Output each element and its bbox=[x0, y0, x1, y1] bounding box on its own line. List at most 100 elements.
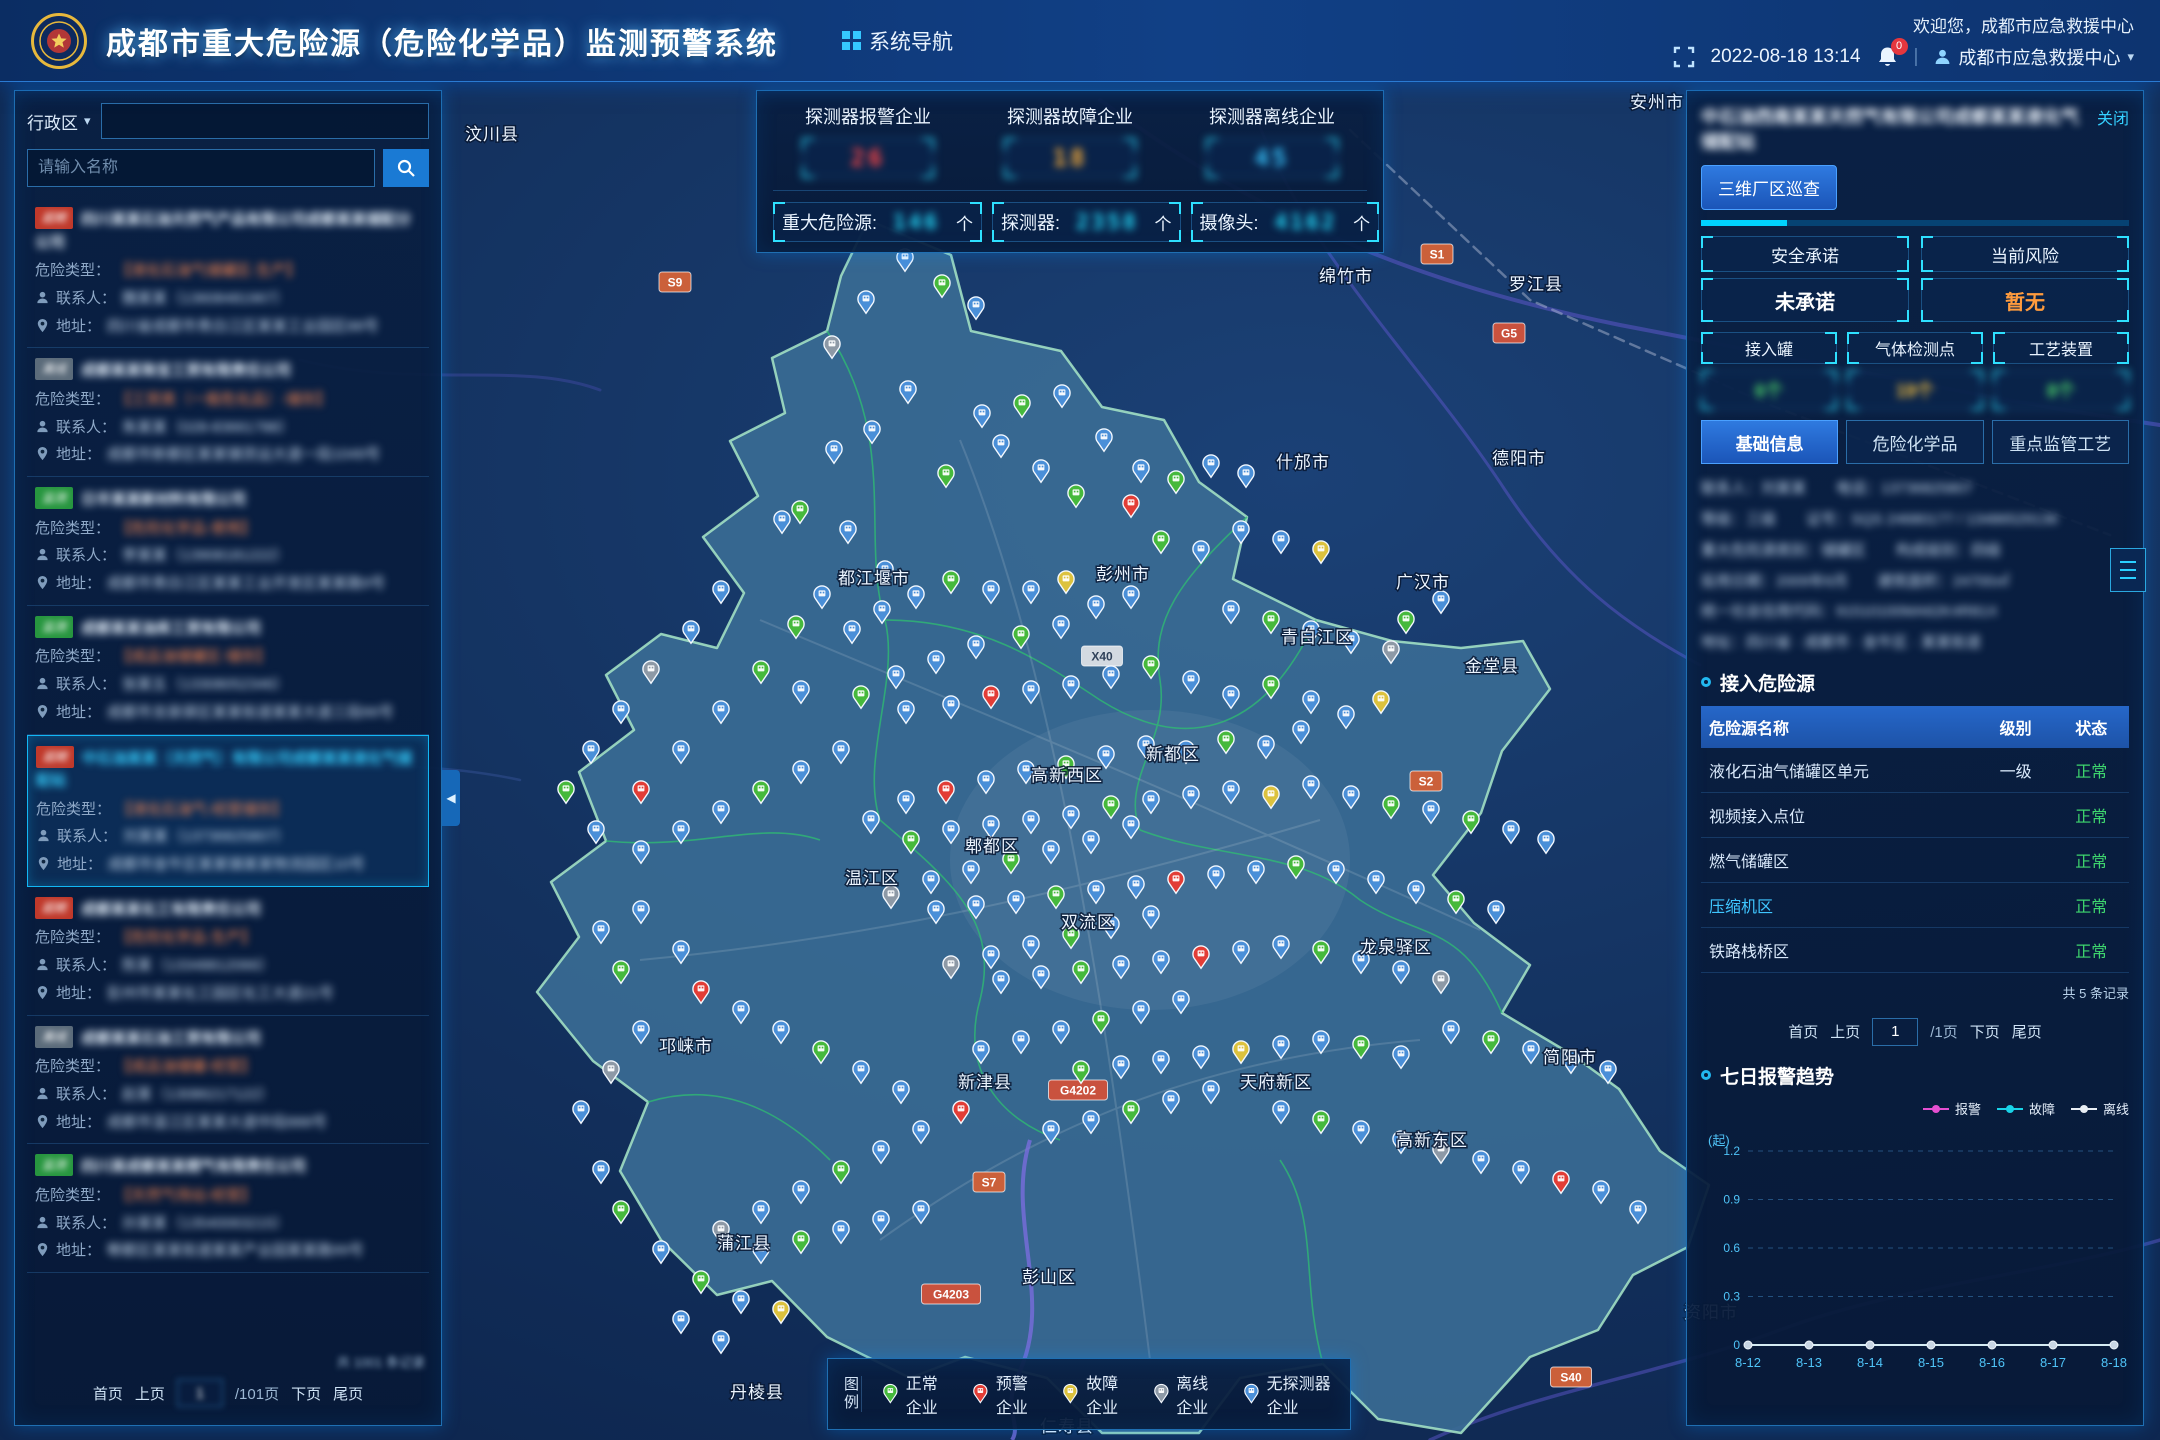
system-nav-button[interactable]: 系统导航 bbox=[842, 26, 953, 56]
map-city-label: 新津县 bbox=[958, 1073, 1012, 1092]
box-value: 暂无 bbox=[1921, 278, 2129, 322]
page-first[interactable]: 首页 bbox=[93, 1383, 123, 1404]
box-value: 8个 bbox=[1993, 370, 2129, 410]
svg-text:S1: S1 bbox=[1430, 248, 1445, 262]
stat-box: 探测器离线企业45 bbox=[1177, 103, 1367, 178]
svg-text:8-13: 8-13 bbox=[1796, 1355, 1822, 1370]
person-icon bbox=[35, 1086, 50, 1101]
hazard-table-row[interactable]: 液化石油气储罐区单元一级正常 bbox=[1701, 748, 2129, 793]
counter-unit: 个 bbox=[1155, 210, 1172, 235]
status-badge: 超期 bbox=[35, 897, 73, 919]
page-next[interactable]: 下页 bbox=[291, 1383, 321, 1404]
page-last[interactable]: 尾页 bbox=[2012, 1021, 2042, 1042]
hazard-type-value: 【液化石油气-经营储存】 bbox=[117, 799, 287, 821]
address-value: 成都市新都区某某镇货运大道一段1049号 bbox=[107, 444, 380, 466]
app-logo-icon bbox=[30, 12, 88, 70]
notification-bell[interactable]: 0 bbox=[1877, 46, 1898, 68]
page-prev[interactable]: 上页 bbox=[135, 1383, 165, 1404]
detail-tab[interactable]: 危险化学品 bbox=[1846, 420, 1983, 464]
company-list-item[interactable]: 监测四川某成都某某燃气有限责任公司危险类型：【天然气场站-经营】联系人：孙某某（… bbox=[27, 1144, 429, 1273]
address-label: 地址： bbox=[56, 1240, 101, 1262]
status-badge: 监测 bbox=[35, 487, 73, 509]
hazard-level bbox=[1978, 927, 2054, 972]
notification-badge: 0 bbox=[1891, 38, 1908, 55]
info-line: 联系人：刘某某 电话：13736825807 bbox=[1701, 474, 2129, 505]
detail-tab[interactable]: 重点监管工艺 bbox=[1992, 420, 2129, 464]
detail-tab[interactable]: 基础信息 bbox=[1701, 420, 1838, 464]
map-city-label: 都江堰市 bbox=[838, 569, 910, 588]
svg-text:X40: X40 bbox=[1091, 650, 1113, 664]
box-title: 气体检测点 bbox=[1847, 332, 1983, 364]
page-prev[interactable]: 上页 bbox=[1830, 1021, 1860, 1042]
hazard-table-row[interactable]: 燃气储罐区正常 bbox=[1701, 837, 2129, 882]
accent-underline bbox=[1701, 220, 2129, 226]
hazard-table-row[interactable]: 铁路栈桥区正常 bbox=[1701, 927, 2129, 972]
map-city-label: 彭山区 bbox=[1022, 1268, 1076, 1287]
detail-list-toggle-button[interactable] bbox=[2110, 548, 2146, 592]
hazard-type-value: 【危险化学品-生产】 bbox=[116, 927, 256, 949]
company-list-item[interactable]: 超期成都某某化工有限责任公司危险类型：【危险化学品-生产】联系人：陈某（1334… bbox=[27, 887, 429, 1016]
left-panel-collapse-handle[interactable]: ◀ bbox=[442, 770, 460, 826]
district-select-box[interactable] bbox=[101, 103, 429, 139]
company-name: 四川某成都某某燃气有限责任公司 bbox=[81, 1158, 306, 1175]
company-list-item[interactable]: 超期四川某某石油天然气产品有限公司成都某某储配分公司危险类型：【液化石油气储罐区… bbox=[27, 197, 429, 348]
legend-item-label: 预警企业 bbox=[996, 1370, 1041, 1418]
company-list-item[interactable]: 离线成都某某石油工贸有限公司危险类型：【成品油储罐-经营】联系人：赵某（1308… bbox=[27, 1016, 429, 1145]
company-list-item[interactable]: 监测日丰某某新材料有限公司危险类型：【危险化学品-使用】联系人：李某某（1390… bbox=[27, 477, 429, 606]
svg-text:0.9: 0.9 bbox=[1723, 1192, 1740, 1206]
legend-pin-icon bbox=[882, 1380, 899, 1408]
search-icon bbox=[396, 158, 416, 178]
hazard-column-header: 级别 bbox=[1978, 706, 2054, 748]
org-name: 成都市应急救援中心 bbox=[1958, 44, 2120, 70]
svg-text:8-15: 8-15 bbox=[1918, 1355, 1944, 1370]
svg-text:8-16: 8-16 bbox=[1979, 1355, 2005, 1370]
search-input[interactable] bbox=[27, 149, 375, 187]
counter-box: 摄像头:4162个 bbox=[1191, 202, 1380, 242]
close-detail-button[interactable]: 关闭 bbox=[2097, 105, 2129, 129]
map-city-label: 龙泉驿区 bbox=[1360, 938, 1432, 957]
page-next[interactable]: 下页 bbox=[1970, 1021, 2000, 1042]
company-list-item[interactable]: 离线成都某某珠宝工贸有限责任公司危险类型：【工贸类（一般危化品）-储存】联系人：… bbox=[27, 348, 429, 477]
district-filter[interactable]: 行政区 ▾ bbox=[27, 109, 91, 134]
svg-text:G4202: G4202 bbox=[1060, 1084, 1096, 1098]
chart-legend-item[interactable]: 报警 bbox=[1923, 1099, 1981, 1118]
hazard-level bbox=[1978, 837, 2054, 882]
map-city-label: 汶川县 bbox=[465, 125, 519, 144]
legend-pin-icon bbox=[1243, 1380, 1260, 1408]
hazard-type-label: 危险类型： bbox=[35, 1056, 110, 1078]
hazard-table-row[interactable]: 压缩机区正常 bbox=[1701, 882, 2129, 927]
company-name: 成都某某石油工贸有限公司 bbox=[81, 1030, 261, 1047]
address-label: 地址： bbox=[56, 1112, 101, 1134]
safety-commitment-box: 安全承诺未承诺 bbox=[1701, 236, 1909, 322]
org-dropdown[interactable]: 成都市应急救援中心 ▾ bbox=[1934, 44, 2134, 70]
page-first[interactable]: 首页 bbox=[1788, 1021, 1818, 1042]
list-pagination: 首页上页1/101页下页尾页 bbox=[27, 1373, 429, 1413]
company-name: 四川某某石油天然气产品有限公司成都某某储配分公司 bbox=[35, 211, 411, 251]
address-label: 地址： bbox=[56, 444, 101, 466]
page-input[interactable]: 1 bbox=[177, 1379, 223, 1407]
page-input[interactable]: 1 bbox=[1872, 1018, 1918, 1046]
3d-plant-tour-button[interactable]: 三维厂区巡查 bbox=[1701, 165, 1837, 210]
hazard-table-row[interactable]: 视频接入点位正常 bbox=[1701, 792, 2129, 837]
company-list-item[interactable]: 监测成都某某油库工贸有限公司危险类型：【成品油储罐区-储存】联系人：张某五（13… bbox=[27, 606, 429, 735]
company-list-item[interactable]: 超期中石油某某（天然气）有限公司成都某某液化气储配站危险类型：【液化石油气-经营… bbox=[27, 735, 429, 887]
page-last[interactable]: 尾页 bbox=[333, 1383, 363, 1404]
svg-text:8-17: 8-17 bbox=[2040, 1355, 2066, 1370]
road-badge: X40 bbox=[1082, 646, 1123, 666]
box-value: 6个 bbox=[1701, 370, 1837, 410]
chart-legend-item[interactable]: 故障 bbox=[1997, 1099, 2055, 1118]
legend-item: 故障企业 bbox=[1062, 1370, 1130, 1418]
detail-stat-box: 工艺装置8个 bbox=[1993, 332, 2129, 410]
hazard-level bbox=[1978, 792, 2054, 837]
chevron-down-icon: ▾ bbox=[84, 113, 91, 129]
fullscreen-icon[interactable] bbox=[1673, 46, 1695, 68]
search-button[interactable] bbox=[383, 149, 429, 187]
chart-legend-item[interactable]: 离线 bbox=[2071, 1099, 2129, 1118]
person-icon bbox=[35, 547, 50, 562]
map-city-label: 安州市 bbox=[1630, 93, 1684, 112]
status-badge: 离线 bbox=[35, 358, 73, 380]
contact-value: 李某某（13908181222） bbox=[122, 545, 289, 567]
contact-value: 赵某（13086217122） bbox=[122, 1084, 274, 1106]
contact-value: 魏某某（13608481967） bbox=[122, 288, 289, 310]
legend-item-label: 故障企业 bbox=[1086, 1370, 1131, 1418]
